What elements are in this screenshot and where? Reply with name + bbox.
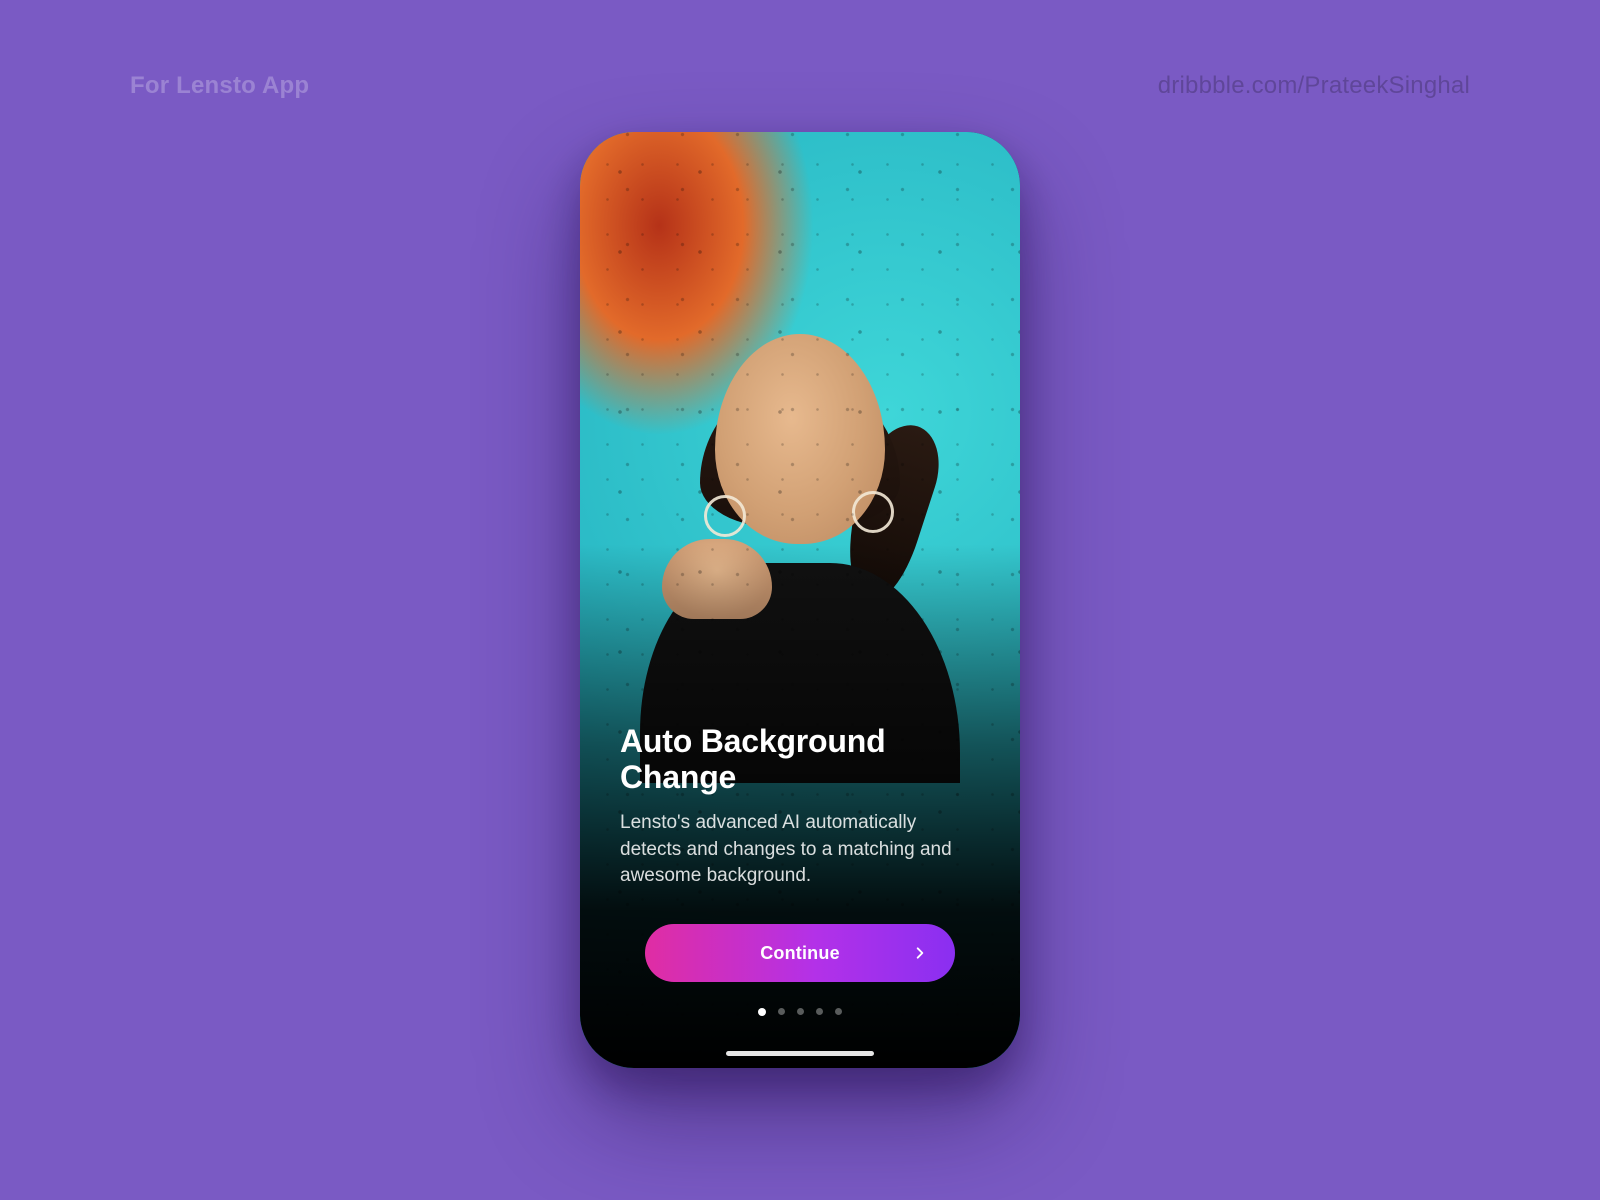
onboarding-description: Lensto's advanced AI automatically detec… — [620, 810, 980, 890]
chevron-right-icon — [911, 944, 929, 962]
onboarding-content: Auto Background Change Lensto's advanced… — [580, 723, 1020, 1068]
page-dot[interactable] — [835, 1008, 842, 1015]
page-indicator — [620, 1008, 980, 1016]
page-dot[interactable] — [816, 1008, 823, 1015]
page-dot[interactable] — [778, 1008, 785, 1015]
page-dot[interactable] — [797, 1008, 804, 1015]
home-indicator[interactable] — [726, 1051, 874, 1056]
continue-button-label: Continue — [760, 943, 840, 964]
page-dot[interactable] — [758, 1008, 766, 1016]
context-label-left: For Lensto App — [130, 72, 309, 100]
phone-frame: Auto Background Change Lensto's advanced… — [580, 132, 1020, 1068]
onboarding-title: Auto Background Change — [620, 723, 980, 797]
context-label-right: dribbble.com/PrateekSinghal — [1158, 72, 1470, 100]
continue-button[interactable]: Continue — [645, 924, 955, 982]
